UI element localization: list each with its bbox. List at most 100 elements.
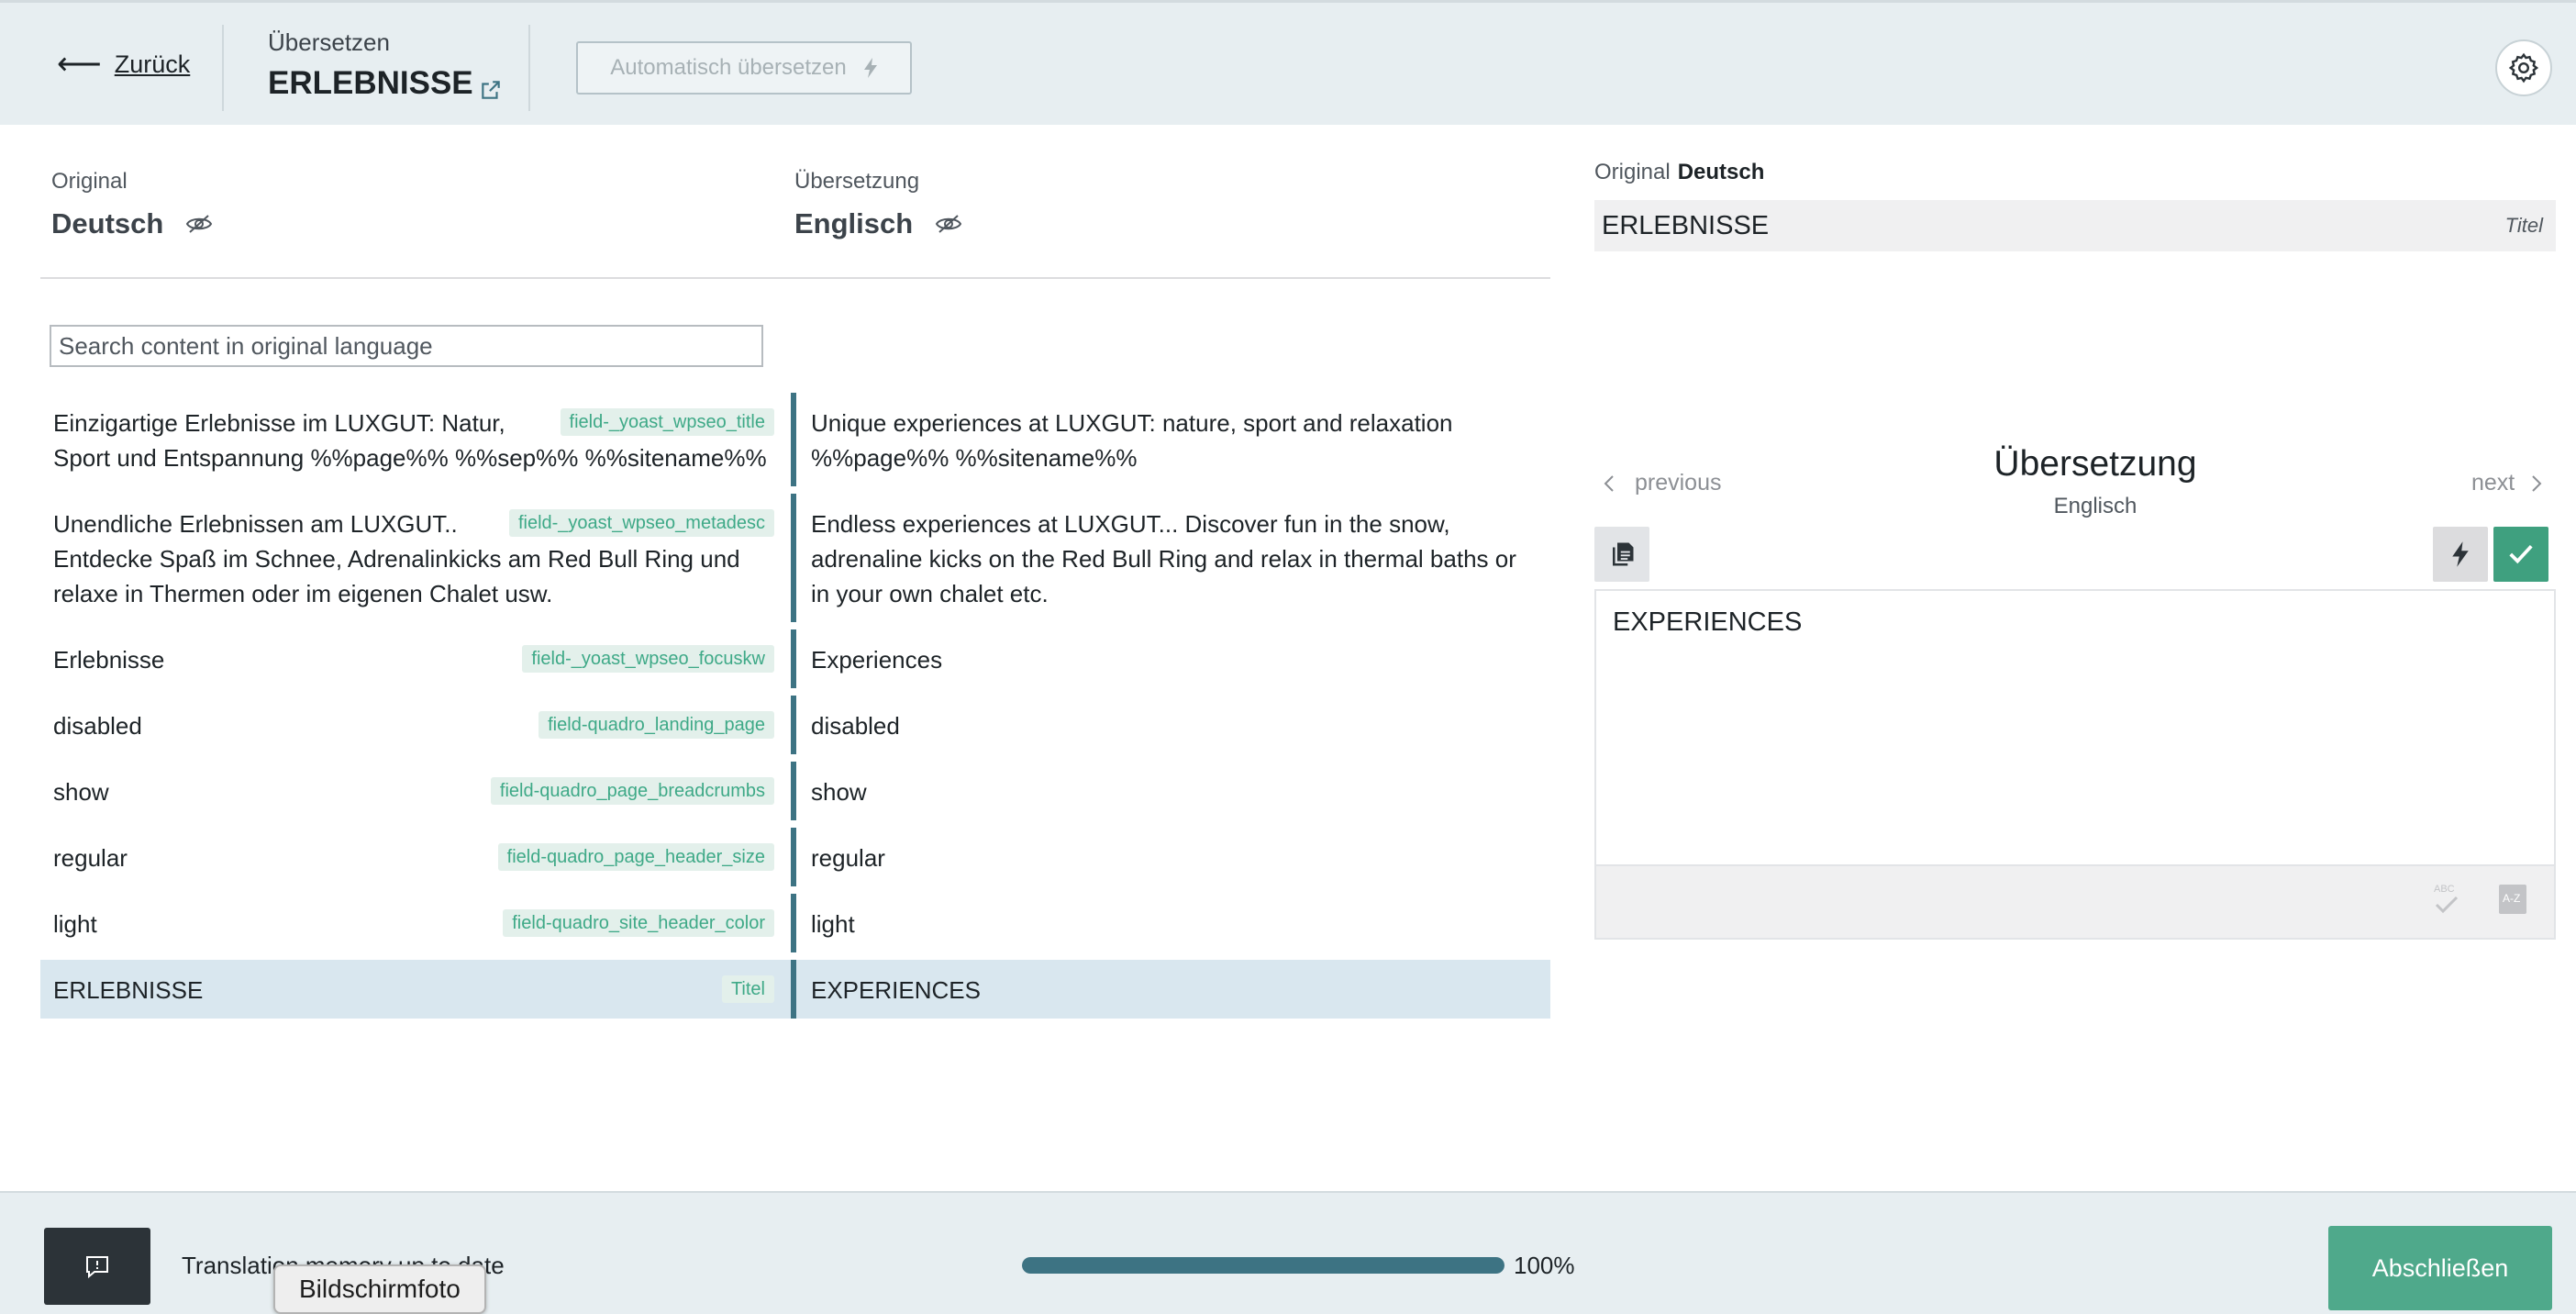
settings-button[interactable] [2495, 39, 2552, 96]
row-original: field-quadro_page_header_size regular [40, 828, 791, 886]
previous-button[interactable]: previous [1604, 470, 1722, 496]
row-original-text: ERLEBNISSE [53, 976, 204, 1004]
screenshot-tooltip: Bildschirmfoto [273, 1264, 486, 1314]
row-translation: Unique experiences at LUXGUT: nature, sp… [811, 409, 1453, 472]
feedback-icon [86, 1256, 108, 1279]
detail-title: Übersetzung [1993, 444, 2197, 484]
bolt-icon [2452, 541, 2469, 567]
back-label: Zurück [114, 50, 191, 78]
arrow-left-icon: ⟵ [57, 47, 102, 82]
detail-original-value: ERLEBNISSE Titel [1594, 200, 2556, 251]
translation-editor-value[interactable]: EXPERIENCES [1596, 591, 2554, 654]
field-tag: field-quadro_landing_page [539, 711, 774, 739]
spellcheck-icon[interactable]: ABC [2431, 881, 2462, 918]
page-title: ERLEBNISSE [268, 65, 503, 102]
row-translation: light [811, 910, 855, 938]
row-original-text: regular [53, 844, 128, 872]
table-row[interactable]: field-quadro_landing_page disabled disabl… [40, 696, 1550, 754]
field-tag: Titel [721, 975, 774, 1003]
progress-bar [1022, 1257, 1505, 1274]
chevron-right-icon [2532, 474, 2542, 492]
auto-translate-label: Automatisch übersetzen [610, 55, 847, 80]
table-row-active[interactable]: Titel ERLEBNISSE EXPERIENCES [40, 960, 1550, 1019]
chevron-left-icon [1604, 474, 1614, 492]
field-tag: field-quadro_page_header_size [497, 843, 774, 871]
divider [528, 25, 530, 111]
dictionary-icon[interactable]: A-Z [2497, 883, 2528, 916]
field-tag: field-_yoast_wpseo_focuskw [522, 645, 774, 673]
svg-text:ABC: ABC [2434, 884, 2455, 895]
translation-column-header: Übersetzung Englisch [794, 169, 962, 240]
back-link[interactable]: ⟵ Zurück [57, 49, 190, 80]
check-icon [2509, 544, 2533, 564]
table-row[interactable]: field-quadro_page_breadcrumbs show show [40, 762, 1550, 820]
bolt-icon [863, 58, 877, 78]
detail-original-field: Titel [2504, 214, 2543, 237]
row-translation: Endless experiences at LUXGUT... Discove… [811, 510, 1516, 607]
field-tag: field-_yoast_wpseo_title [560, 408, 774, 436]
divider [40, 277, 1550, 279]
field-tag: field-_yoast_wpseo_metadesc [508, 509, 774, 537]
row-original-text: disabled [53, 712, 142, 740]
svg-text:A-Z: A-Z [2503, 892, 2520, 905]
external-link-icon[interactable] [479, 78, 503, 102]
original-caption: Original [51, 169, 128, 194]
row-original: field-_yoast_wpseo_title Einzigartige Erl… [40, 393, 791, 486]
row-original-text: light [53, 910, 97, 938]
row-translation: Experiences [811, 646, 943, 674]
search-input[interactable] [50, 325, 763, 367]
copy-original-button[interactable] [1594, 527, 1649, 582]
feedback-button[interactable] [44, 1228, 150, 1305]
row-translation: disabled [811, 712, 900, 740]
field-tag: field-quadro_site_header_color [503, 909, 774, 937]
translation-editor[interactable]: EXPERIENCES ABC A-Z [1594, 589, 2556, 940]
detail-original-language: Deutsch [1677, 160, 1765, 184]
top-bar: ⟵ Zurück Übersetzen ERLEBNISSE Automatis… [0, 0, 2576, 125]
row-original: field-_yoast_wpseo_focuskw Erlebnisse [40, 629, 791, 688]
previous-label: previous [1635, 470, 1722, 496]
row-original: field-quadro_site_header_color light [40, 894, 791, 952]
next-label: next [2471, 470, 2515, 496]
page-title-text: ERLEBNISSE [268, 65, 473, 101]
row-original: Titel ERLEBNISSE [40, 960, 791, 1019]
detail-original-text: ERLEBNISSE [1602, 210, 1770, 240]
auto-translate-button[interactable]: Automatisch übersetzen [576, 41, 912, 95]
finish-button[interactable]: Abschließen [2328, 1226, 2552, 1310]
original-language-label: Deutsch [51, 207, 164, 239]
table-row[interactable]: field-_yoast_wpseo_metadesc Unendliche Er… [40, 494, 1550, 622]
original-column-header: Original Deutsch [51, 169, 213, 240]
next-button[interactable]: next [2471, 470, 2542, 496]
translation-language: Englisch [794, 207, 962, 240]
translation-caption: Übersetzung [794, 169, 920, 194]
gear-icon [2508, 52, 2539, 84]
machine-translate-button[interactable] [2433, 527, 2488, 582]
table-row[interactable]: field-quadro_site_header_color light ligh… [40, 894, 1550, 952]
row-translation: EXPERIENCES [796, 960, 1550, 1019]
save-translation-button[interactable] [2493, 527, 2548, 582]
eye-slash-icon[interactable] [185, 214, 213, 234]
row-original: field-quadro_page_breadcrumbs show [40, 762, 791, 820]
table-row[interactable]: field-_yoast_wpseo_focuskw Erlebnisse Exp… [40, 629, 1550, 688]
progress-label: 100% [1514, 1252, 1575, 1279]
table-row[interactable]: field-_yoast_wpseo_title Einzigartige Erl… [40, 393, 1550, 486]
progress-fill [1022, 1257, 1505, 1274]
detail-language: Englisch [2053, 494, 2137, 518]
editor-toolbar: ABC A-Z [1596, 864, 2554, 938]
copy-icon [1613, 542, 1634, 566]
row-original: field-_yoast_wpseo_metadesc Unendliche Er… [40, 494, 791, 622]
field-tag: field-quadro_page_breadcrumbs [490, 777, 774, 805]
row-original: field-quadro_landing_page disabled [40, 696, 791, 754]
row-original-text: show [53, 778, 109, 806]
translation-list: field-_yoast_wpseo_title Einzigartige Erl… [40, 393, 1550, 1026]
translation-language-label: Englisch [794, 207, 914, 239]
row-original-text: Erlebnisse [53, 646, 165, 674]
detail-original-header: Original Deutsch [1594, 160, 1764, 185]
detail-original-caption: Original [1594, 160, 1671, 184]
page-subtitle: Übersetzen [268, 28, 390, 56]
row-translation: regular [811, 844, 885, 872]
original-language: Deutsch [51, 207, 213, 240]
divider [222, 25, 224, 111]
table-row[interactable]: field-quadro_page_header_size regular reg… [40, 828, 1550, 886]
eye-slash-icon[interactable] [935, 214, 962, 234]
row-translation: show [811, 778, 867, 806]
